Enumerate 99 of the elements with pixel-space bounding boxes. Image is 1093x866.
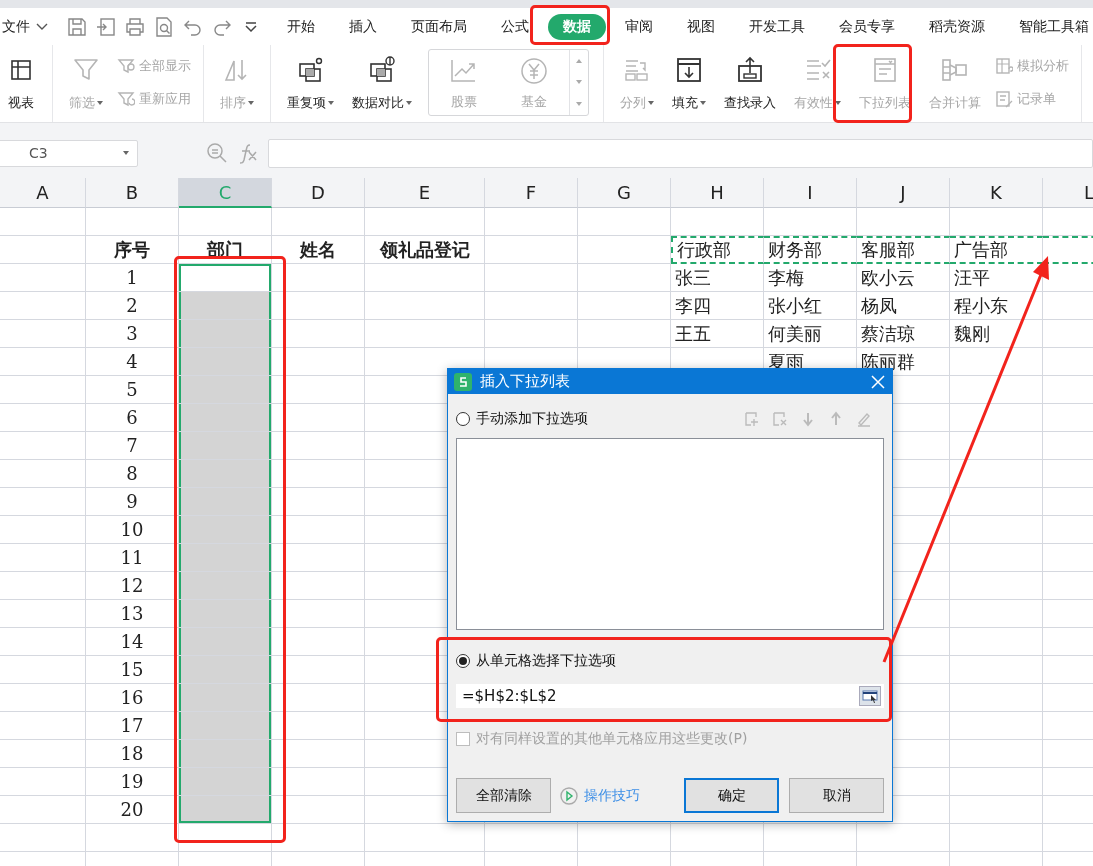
print-icon[interactable]: [124, 15, 146, 38]
ribbon-button[interactable]: 视表: [0, 49, 42, 116]
selected-cell[interactable]: [179, 768, 272, 796]
ribbon-button[interactable]: 数据对比: [346, 49, 418, 116]
column-header[interactable]: B: [86, 178, 179, 208]
close-icon[interactable]: [870, 373, 886, 390]
column-header[interactable]: L: [1043, 178, 1093, 208]
table-cell: 程小东: [950, 292, 1043, 320]
column-header[interactable]: E: [365, 178, 485, 208]
filter-refresh-icon: [117, 90, 135, 109]
selected-cell[interactable]: [179, 544, 272, 572]
move-down-icon[interactable]: [800, 411, 816, 427]
upload-box-icon: [735, 55, 765, 85]
column-header[interactable]: A: [0, 178, 86, 208]
selected-cell[interactable]: [179, 712, 272, 740]
ribbon-button[interactable]: 查找录入: [718, 49, 782, 116]
table-cell: 张小红: [764, 292, 857, 320]
table-cell: 魏刚: [950, 320, 1043, 348]
table-question-icon: [995, 56, 1013, 75]
selected-cell[interactable]: [179, 796, 272, 824]
table-cell: 行政部: [671, 236, 764, 264]
function-icon[interactable]: [238, 142, 258, 164]
source-field[interactable]: =$H$2:$L$2: [456, 684, 884, 708]
table-cell: 1: [86, 264, 179, 292]
save-icon[interactable]: [66, 15, 88, 38]
dialog-title: 插入下拉列表: [480, 372, 571, 391]
column-header[interactable]: F: [485, 178, 578, 208]
cancel-button[interactable]: 取消: [789, 778, 884, 813]
edit-icon[interactable]: [856, 411, 872, 427]
column-header[interactable]: G: [578, 178, 671, 208]
selected-cell[interactable]: [179, 600, 272, 628]
menu-tab[interactable]: 视图: [672, 13, 730, 40]
selected-cell[interactable]: [179, 432, 272, 460]
column-header[interactable]: K: [950, 178, 1043, 208]
selected-cell[interactable]: [179, 488, 272, 516]
table-cell: 序号: [86, 236, 179, 264]
menu-tab[interactable]: 智能工具箱: [1004, 13, 1093, 40]
column-header[interactable]: D: [272, 178, 365, 208]
play-circle-icon: [560, 786, 578, 805]
menu-tab[interactable]: 页面布局: [396, 13, 482, 40]
clear-all-button[interactable]: 全部清除: [456, 778, 551, 813]
table-cell: 财务部: [764, 236, 857, 264]
form-edit-icon: [995, 90, 1013, 109]
selected-cell[interactable]: [179, 516, 272, 544]
app-logo-icon: [454, 372, 472, 391]
selected-cell[interactable]: [179, 348, 272, 376]
menu-tab[interactable]: 开始: [272, 13, 330, 40]
selected-cell[interactable]: [179, 376, 272, 404]
selected-cell[interactable]: [179, 572, 272, 600]
table-cell: 杨凤: [857, 292, 950, 320]
move-up-icon[interactable]: [828, 411, 844, 427]
table-cell: 欧小云: [857, 264, 950, 292]
overlapping-squares-icon: [367, 55, 397, 85]
selected-cell[interactable]: [179, 628, 272, 656]
formula-input[interactable]: [268, 138, 1093, 168]
menu-tab[interactable]: 稻壳资源: [914, 13, 1000, 40]
filter-eye-icon: [117, 56, 135, 75]
yen-icon: [519, 56, 549, 86]
ribbon-button[interactable]: 重复项: [281, 49, 340, 116]
ribbon-button[interactable]: 填充: [666, 49, 712, 116]
table-cell: 何美丽: [764, 320, 857, 348]
table-cell: 姓名: [272, 236, 365, 264]
menu-tab[interactable]: 公式: [486, 13, 544, 40]
table-cell: 王五: [671, 320, 764, 348]
table-cell: 广告部: [950, 236, 1043, 264]
add-item-icon[interactable]: [744, 411, 760, 427]
selected-cell[interactable]: [179, 264, 272, 292]
zoom-icon[interactable]: [206, 142, 228, 164]
delete-item-icon[interactable]: [772, 411, 788, 427]
menu-tab[interactable]: 会员专享: [824, 13, 910, 40]
fill-down-icon: [674, 55, 704, 85]
selected-cell[interactable]: [179, 656, 272, 684]
menu-tab[interactable]: 开发工具: [734, 13, 820, 40]
table-cell: 张三: [671, 264, 764, 292]
selected-cell[interactable]: [179, 740, 272, 768]
selected-cell[interactable]: [179, 684, 272, 712]
print-preview-icon[interactable]: [153, 15, 175, 38]
export-icon[interactable]: [95, 15, 117, 38]
column-header[interactable]: H: [671, 178, 764, 208]
table-cell: 李梅: [764, 264, 857, 292]
menu-tab[interactable]: 审阅: [610, 13, 668, 40]
table-cell: 客服部: [857, 236, 950, 264]
selected-cell[interactable]: [179, 320, 272, 348]
range-picker-icon[interactable]: [859, 686, 881, 706]
selected-cell[interactable]: [179, 460, 272, 488]
column-header[interactable]: I: [764, 178, 857, 208]
selected-cell[interactable]: [179, 404, 272, 432]
selected-cell[interactable]: [179, 292, 272, 320]
name-box[interactable]: C3: [0, 139, 138, 167]
column-header[interactable]: J: [857, 178, 950, 208]
chevron-down-icon: [36, 22, 48, 31]
table-cell: 李四: [671, 292, 764, 320]
ok-button[interactable]: 确定: [684, 778, 779, 813]
table-cell: 蔡洁琼: [857, 320, 950, 348]
menu-tab[interactable]: 插入: [334, 13, 392, 40]
table-cell: 领礼品登记: [365, 236, 485, 264]
radio-option[interactable]: 手动添加下拉选项: [456, 410, 588, 428]
file-menu[interactable]: 文件: [0, 16, 58, 37]
radio-option[interactable]: 从单元格选择下拉选项: [456, 652, 616, 670]
